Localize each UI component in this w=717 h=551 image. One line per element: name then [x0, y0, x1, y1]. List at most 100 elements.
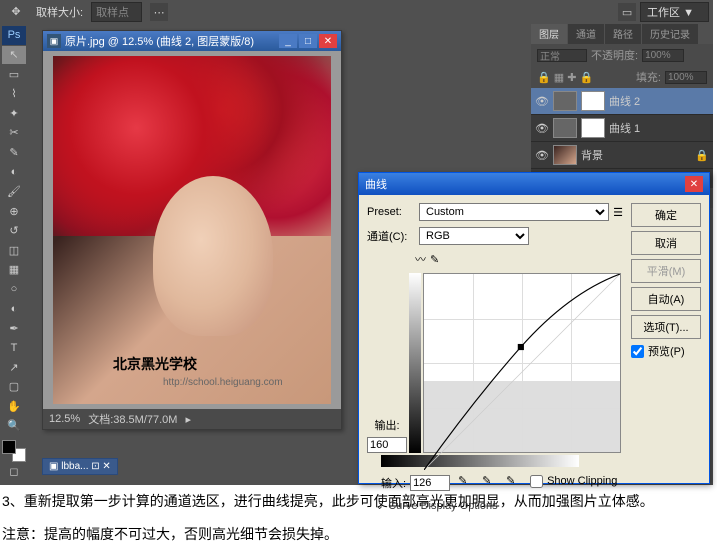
tab-layers[interactable]: 图层 [531, 24, 567, 44]
layer-row[interactable]: 👁 曲线 1 [531, 115, 713, 142]
channel-label: 通道(C): [367, 228, 415, 244]
fg-color-swatch[interactable] [2, 440, 16, 454]
ps-logo-icon: Ps [2, 26, 26, 45]
screen-mode-icon[interactable]: ▭ [618, 3, 636, 21]
dialog-title-bar[interactable]: 曲线 ✕ [359, 173, 709, 195]
tab-history[interactable]: 历史记录 [642, 24, 698, 44]
history-brush-icon[interactable]: ↺ [2, 221, 26, 240]
minimize-button[interactable]: _ [279, 34, 297, 48]
fill-input[interactable] [665, 71, 707, 84]
preset-label: Preset: [367, 206, 415, 218]
curve-pencil-icon[interactable]: ✎ [430, 253, 439, 266]
heal-tool-icon[interactable]: ◐ [2, 163, 26, 182]
opacity-input[interactable] [642, 49, 684, 62]
hand-tool-icon[interactable]: ✋ [2, 397, 26, 416]
dialog-close-button[interactable]: ✕ [685, 176, 703, 192]
crop-tool-icon[interactable]: ✂ [2, 124, 26, 143]
layer-name[interactable]: 曲线 2 [609, 93, 640, 109]
path-tool-icon[interactable]: ↗ [2, 358, 26, 377]
brush-tool-icon[interactable]: 🖌 [2, 182, 26, 201]
quickmask-icon[interactable]: ◻ [2, 462, 26, 481]
wand-tool-icon[interactable]: ✦ [2, 104, 26, 123]
close-button[interactable]: ✕ [319, 34, 337, 48]
input-label: 输入: [381, 475, 406, 491]
doc-tab[interactable]: ▣ lbba... ⊡ ✕ [42, 458, 118, 475]
tab-paths[interactable]: 路径 [605, 24, 641, 44]
pen-tool-icon[interactable]: ✒ [2, 319, 26, 338]
output-input[interactable] [367, 437, 407, 453]
toolbar: Ps ↖ ▭ ⌇ ✦ ✂ ✎ ◐ 🖌 ⊕ ↺ ◫ ▦ ○ ◐ ✒ T ↗ ▢ ✋… [0, 24, 28, 484]
layer-thumb[interactable] [553, 118, 577, 138]
preset-dropdown[interactable]: Custom [419, 203, 609, 221]
blend-mode-dropdown[interactable] [537, 49, 587, 62]
layer-name[interactable]: 曲线 1 [609, 120, 640, 136]
preview-checkbox[interactable]: 预览(P) [631, 343, 701, 359]
photo-content: 北京黑光学校 http://school.heiguang.com [53, 56, 331, 404]
eraser-tool-icon[interactable]: ◫ [2, 241, 26, 260]
visibility-icon[interactable]: 👁 [535, 149, 549, 161]
zoom-level[interactable]: 12.5% [49, 413, 80, 425]
stamp-tool-icon[interactable]: ⊕ [2, 202, 26, 221]
layer-thumb[interactable] [553, 91, 577, 111]
lasso-tool-icon[interactable]: ⌇ [2, 85, 26, 104]
watermark-text: 北京黑光学校 [113, 354, 197, 374]
zoom-tool-icon[interactable]: 🔍 [2, 417, 26, 436]
options-bar: ✥ 取样大小: 取样点 ⋯ ▭ 工作区 ▼ [0, 0, 713, 24]
mask-thumb[interactable] [581, 91, 605, 111]
document-window: ▣ 原片.jpg @ 12.5% (曲线 2, 图层蒙版/8) _ □ ✕ 北京… [42, 30, 342, 430]
opacity-label: 不透明度: [591, 47, 638, 63]
sample-size-dropdown[interactable]: 取样点 [91, 2, 142, 22]
doc-icon: ▣ [47, 34, 61, 48]
smooth-button: 平滑(M) [631, 259, 701, 283]
file-size: 文档:38.5M/77.0M [88, 411, 177, 427]
move-tool-icon[interactable]: ↖ [2, 46, 26, 65]
cancel-button[interactable]: 取消 [631, 231, 701, 255]
document-title: 原片.jpg @ 12.5% (曲线 2, 图层蒙版/8) [65, 33, 254, 49]
panel-tabs: 图层 通道 路径 历史记录 [531, 24, 713, 44]
eyedropper-gray-icon[interactable]: ✎ [482, 474, 498, 488]
dialog-title: 曲线 [365, 176, 387, 192]
eyedropper-black-icon[interactable]: ✎ [458, 474, 474, 488]
dodge-tool-icon[interactable]: ◐ [2, 299, 26, 318]
lock-icon: 🔒 [695, 149, 709, 162]
layer-row[interactable]: 👁 背景 🔒 [531, 142, 713, 169]
ok-button[interactable]: 确定 [631, 203, 701, 227]
type-tool-icon[interactable]: T [2, 339, 26, 358]
sample-size-label: 取样大小: [36, 4, 83, 20]
eyedropper-white-icon[interactable]: ✎ [506, 474, 522, 488]
layer-name[interactable]: 背景 [581, 147, 603, 163]
current-tool-icon: ✥ [4, 2, 28, 22]
status-bar: 12.5% 文档:38.5M/77.0M ▸ [43, 409, 341, 429]
status-chevron-icon[interactable]: ▸ [185, 413, 191, 426]
visibility-icon[interactable]: 👁 [535, 95, 549, 107]
layer-row[interactable]: 👁 曲线 2 [531, 88, 713, 115]
gradient-tool-icon[interactable]: ▦ [2, 260, 26, 279]
workspace-dropdown[interactable]: 工作区 ▼ [640, 2, 709, 22]
lock-icons[interactable]: 🔒 ▦ ✚ 🔒 [537, 71, 593, 84]
tab-channels[interactable]: 通道 [568, 24, 604, 44]
marquee-tool-icon[interactable]: ▭ [2, 65, 26, 84]
sample-options-icon[interactable]: ⋯ [150, 3, 168, 21]
preset-menu-icon[interactable]: ☰ [613, 206, 623, 219]
curve-point-icon[interactable]: 〰 [415, 251, 426, 267]
document-title-bar[interactable]: ▣ 原片.jpg @ 12.5% (曲线 2, 图层蒙版/8) _ □ ✕ [43, 31, 341, 51]
blur-tool-icon[interactable]: ○ [2, 280, 26, 299]
fill-label: 填充: [636, 69, 661, 85]
curves-dialog: 曲线 ✕ Preset: Custom ☰ 通道(C): RGB 〰 ✎ [358, 172, 710, 484]
channel-dropdown[interactable]: RGB [419, 227, 529, 245]
show-clipping-checkbox[interactable]: Show Clipping [530, 475, 617, 488]
color-swatches[interactable] [2, 440, 26, 462]
eyedropper-tool-icon[interactable]: ✎ [2, 143, 26, 162]
curve-display-options[interactable]: ⌄ Curve Display Options [375, 499, 623, 512]
layer-thumb[interactable] [553, 145, 577, 165]
auto-button[interactable]: 自动(A) [631, 287, 701, 311]
shape-tool-icon[interactable]: ▢ [2, 378, 26, 397]
canvas[interactable]: 北京黑光学校 http://school.heiguang.com [43, 51, 341, 409]
caption-line2: 注意：提高的幅度不可过大，否则高光细节会损失掉。 [0, 518, 717, 551]
input-input[interactable] [410, 475, 450, 491]
visibility-icon[interactable]: 👁 [535, 122, 549, 134]
curve-graph[interactable] [423, 273, 621, 453]
mask-thumb[interactable] [581, 118, 605, 138]
maximize-button[interactable]: □ [299, 34, 317, 48]
options-button[interactable]: 选项(T)... [631, 315, 701, 339]
